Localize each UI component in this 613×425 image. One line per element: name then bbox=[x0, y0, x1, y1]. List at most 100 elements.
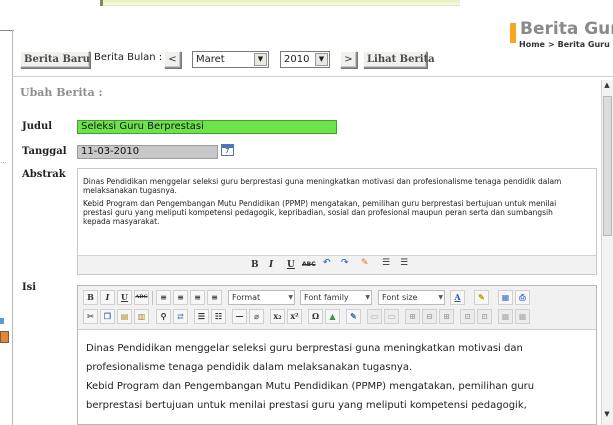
section-title: Ubah Berita : bbox=[20, 86, 103, 99]
title-accent-bar bbox=[510, 23, 516, 43]
abstrak-paragraph: Kebid Program dan Pengembangan Mutu Pend… bbox=[83, 199, 557, 226]
format-select-label: Format bbox=[232, 293, 261, 302]
cell-props-icon[interactable]: ▦ bbox=[515, 309, 530, 324]
abstrak-content[interactable]: Dinas Pendidikan menggelar seleksi guru … bbox=[83, 177, 568, 230]
abstrak-paragraph: Dinas Pendidikan menggelar seleksi guru … bbox=[83, 177, 562, 195]
text-color-icon[interactable]: A bbox=[450, 290, 465, 305]
table-props-icon[interactable]: ▦ bbox=[498, 309, 513, 324]
prev-month-button[interactable]: < bbox=[164, 51, 181, 68]
delete-row-icon[interactable]: ⊟ bbox=[422, 309, 437, 324]
superscript-icon[interactable]: x² bbox=[287, 309, 302, 324]
print-icon[interactable]: ⎙ bbox=[515, 290, 530, 305]
bullet-list-icon[interactable]: ☰ bbox=[194, 309, 209, 324]
tanggal-label: Tanggal bbox=[22, 146, 67, 157]
table-col-icon[interactable]: ▭ bbox=[384, 309, 399, 324]
horizontal-rule-icon[interactable]: — bbox=[232, 309, 247, 324]
left-edge-tab[interactable] bbox=[0, 331, 9, 343]
abstrak-label: Abstrak bbox=[22, 169, 66, 180]
insert-image-icon[interactable]: ▲ bbox=[325, 309, 340, 324]
underline-icon[interactable]: U bbox=[287, 260, 295, 270]
italic-icon[interactable]: I bbox=[269, 260, 273, 270]
font-size-select[interactable]: Font size ▼ bbox=[378, 290, 445, 305]
chevron-down-icon[interactable]: ▼ bbox=[315, 53, 328, 66]
calendar-icon[interactable]: 7 bbox=[221, 144, 234, 156]
table-row-icon[interactable]: ▭ bbox=[367, 309, 382, 324]
chevron-down-icon: ▼ bbox=[438, 294, 443, 301]
numbered-list-icon[interactable]: ☰ bbox=[400, 258, 408, 268]
align-right-icon[interactable]: ≡ bbox=[190, 290, 205, 305]
highlight-color-icon[interactable]: ✎ bbox=[474, 290, 489, 305]
isi-toolbar: B I U ABC ≡ ≡ ≡ ≡ Format ▼ Font family ▼ F… bbox=[78, 286, 596, 330]
isi-line: Dinas Pendidikan menggelar seleksi guru … bbox=[86, 343, 523, 354]
scrollbar-thumb[interactable] bbox=[603, 96, 612, 236]
underline-icon[interactable]: U bbox=[117, 290, 132, 305]
paste-word-icon[interactable]: ▥ bbox=[134, 309, 149, 324]
italic-icon[interactable]: I bbox=[100, 290, 115, 305]
isi-content[interactable]: Dinas Pendidikan menggelar seleksi guru … bbox=[86, 339, 586, 415]
chevron-down-icon[interactable]: ▼ bbox=[254, 53, 267, 66]
year-select[interactable]: 2010 ▼ bbox=[280, 51, 330, 68]
special-char-icon[interactable]: Ω bbox=[308, 309, 323, 324]
isi-line: berprestasi bertujuan untuk menilai pres… bbox=[86, 400, 527, 411]
year-select-value: 2010 bbox=[284, 54, 310, 65]
toolbar-separator bbox=[152, 291, 153, 305]
paste-icon[interactable]: ▤ bbox=[117, 309, 132, 324]
undo-icon[interactable]: ↶ bbox=[323, 258, 331, 268]
remove-format-icon[interactable]: ⌀ bbox=[249, 309, 264, 324]
isi-label: Isi bbox=[22, 282, 37, 293]
judul-input[interactable]: Seleksi Guru Berprestasi bbox=[77, 120, 337, 134]
page-title: Berita Guru bbox=[520, 19, 613, 39]
lihat-berita-button[interactable]: Lihat Berita bbox=[363, 51, 435, 68]
isi-line: Kebid Program dan Pengembangan Mutu Pend… bbox=[86, 381, 535, 392]
numbered-list-icon[interactable]: ☷ bbox=[211, 309, 226, 324]
align-left-icon[interactable]: ≡ bbox=[156, 290, 171, 305]
format-select[interactable]: Format ▼ bbox=[228, 290, 295, 305]
breadcrumb-current: Berita Guru bbox=[557, 40, 610, 49]
insert-col-icon[interactable]: ⊞ bbox=[439, 309, 454, 324]
left-edge-marker: ... bbox=[0, 157, 7, 165]
isi-line: profesionalisme tenaga pendidik dalam me… bbox=[86, 362, 413, 373]
align-justify-icon[interactable]: ≡ bbox=[207, 290, 222, 305]
font-family-select[interactable]: Font family ▼ bbox=[300, 290, 372, 305]
align-center-icon[interactable]: ≡ bbox=[173, 290, 188, 305]
copy-icon[interactable]: ❐ bbox=[100, 309, 115, 324]
replace-icon[interactable]: ⇄ bbox=[173, 309, 188, 324]
bold-icon[interactable]: B bbox=[251, 260, 259, 270]
breadcrumb-home[interactable]: Home bbox=[519, 40, 545, 49]
next-month-button[interactable]: > bbox=[340, 51, 357, 68]
breadcrumb-separator: > bbox=[547, 40, 555, 49]
cut-icon[interactable]: ✂ bbox=[83, 309, 98, 324]
bullet-list-icon[interactable]: ☰ bbox=[382, 258, 390, 268]
tanggal-input[interactable]: 11-03-2010 bbox=[77, 145, 218, 159]
strikethrough-icon[interactable]: ABC bbox=[302, 261, 316, 268]
insert-row-icon[interactable]: ⊞ bbox=[405, 309, 420, 324]
scroll-down-arrow-icon[interactable]: ▼ bbox=[602, 410, 612, 420]
chevron-down-icon: ▼ bbox=[288, 294, 293, 301]
breadcrumb: Home > Berita Guru bbox=[519, 40, 613, 49]
left-edge-tab-icon bbox=[0, 318, 4, 324]
chevron-down-icon: ▼ bbox=[365, 294, 370, 301]
font-family-label: Font family bbox=[304, 293, 349, 302]
banner-marker bbox=[100, 0, 103, 6]
split-cells-icon[interactable]: ⊡ bbox=[477, 309, 492, 324]
berita-bulan-label: Berita Bulan : bbox=[94, 52, 163, 63]
cleanup-icon[interactable]: ✎ bbox=[361, 258, 369, 268]
bold-icon[interactable]: B bbox=[83, 290, 98, 305]
find-icon[interactable]: ⚲ bbox=[156, 309, 171, 324]
berita-baru-button[interactable]: Berita Baru bbox=[20, 51, 90, 68]
merge-cells-icon[interactable]: ⊡ bbox=[460, 309, 475, 324]
abstrak-toolbar: B I U ABC ↶ ↷ ✎ ☰ ☰ bbox=[78, 255, 596, 274]
table-icon[interactable]: ▦ bbox=[498, 290, 513, 305]
redo-icon[interactable]: ↷ bbox=[341, 258, 349, 268]
month-select[interactable]: Maret ▼ bbox=[192, 51, 269, 68]
font-size-label: Font size bbox=[382, 293, 418, 302]
abstrak-editor[interactable]: Dinas Pendidikan menggelar seleksi guru … bbox=[77, 168, 597, 275]
top-banner-strip bbox=[100, 0, 460, 6]
month-select-value: Maret bbox=[196, 54, 225, 65]
strikethrough-icon[interactable]: ABC bbox=[134, 290, 149, 305]
judul-label: Judul bbox=[22, 121, 53, 132]
subscript-icon[interactable]: x₂ bbox=[270, 309, 285, 324]
edit-html-icon[interactable]: ✎ bbox=[346, 309, 361, 324]
isi-editor[interactable]: B I U ABC ≡ ≡ ≡ ≡ Format ▼ Font family ▼ F… bbox=[77, 285, 597, 425]
scroll-up-arrow-icon[interactable]: ▲ bbox=[602, 81, 612, 91]
